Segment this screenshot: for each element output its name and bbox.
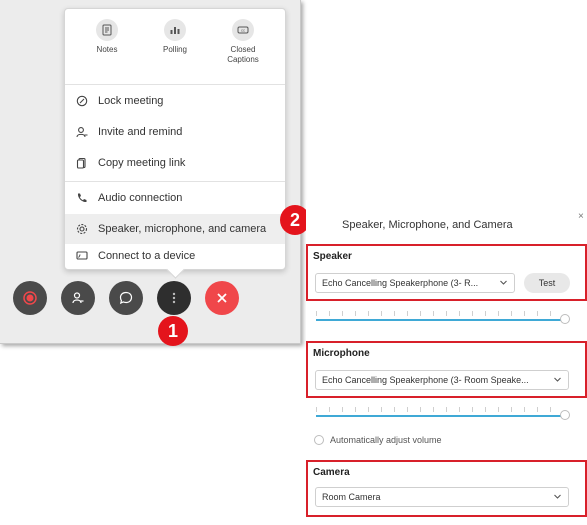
slider-thumb[interactable] (560, 410, 570, 420)
notes-button[interactable]: Notes (77, 19, 137, 55)
menu-item-label: Speaker, microphone, and camera (98, 223, 267, 235)
record-icon (23, 291, 37, 305)
meeting-window-screenshot: Notes Polling cc Closed Captions Lock me… (0, 0, 301, 344)
lock-icon (75, 94, 89, 108)
chat-icon (119, 291, 133, 305)
speaker-select[interactable]: Echo Cancelling Speakerphone (3- R... (315, 273, 515, 293)
menu-item-speaker-microphone-camera[interactable]: Speaker, microphone, and camera (65, 214, 285, 244)
menu-item-label: Audio connection (98, 192, 183, 204)
slider-track (316, 415, 562, 417)
closed-captions-icon: cc (232, 19, 254, 41)
chevron-down-icon (553, 492, 562, 503)
slider-ticks (316, 311, 560, 316)
speaker-select-value: Echo Cancelling Speakerphone (3- R... (322, 278, 479, 288)
speaker-label: Speaker (313, 251, 352, 262)
slider-track (316, 319, 562, 321)
dialog-title: Speaker, Microphone, and Camera (342, 219, 513, 231)
polling-label: Polling (162, 45, 187, 54)
end-meeting-button[interactable] (205, 281, 239, 315)
menu-item-audio-connection[interactable]: Audio connection (65, 183, 285, 213)
menu-item-label: Lock meeting (98, 95, 164, 107)
slider-thumb[interactable] (560, 314, 570, 324)
microphone-volume-slider[interactable] (316, 407, 570, 420)
participants-icon (72, 292, 84, 304)
menu-item-label: Connect to a device (98, 250, 196, 262)
menu-item-copy-meeting-link[interactable]: Copy meeting link (65, 148, 285, 178)
closed-captions-button[interactable]: cc Closed Captions (213, 19, 273, 65)
more-options-menu: Notes Polling cc Closed Captions Lock me… (64, 8, 286, 270)
svg-text:cc: cc (241, 28, 245, 33)
meeting-controls-bar (13, 281, 293, 321)
closed-captions-label: Closed Captions (227, 45, 259, 64)
menu-item-lock-meeting[interactable]: Lock meeting (65, 86, 285, 116)
close-icon (217, 293, 227, 303)
quick-actions-row: Notes Polling cc Closed Captions (65, 19, 285, 85)
record-button[interactable] (13, 281, 47, 315)
speaker-volume-slider[interactable] (316, 311, 570, 324)
microphone-label: Microphone (313, 348, 370, 359)
camera-select-value: Room Camera (322, 492, 381, 502)
menu-divider (65, 181, 285, 182)
phone-icon (75, 191, 89, 205)
device-icon (75, 249, 89, 263)
microphone-select-value: Echo Cancelling Speakerphone (3- Room Sp… (322, 375, 529, 385)
menu-divider (65, 84, 285, 85)
menu-item-label: Invite and remind (98, 126, 183, 138)
camera-select[interactable]: Room Camera (315, 487, 569, 507)
auto-adjust-label: Automatically adjust volume (330, 435, 442, 445)
more-options-button[interactable] (157, 281, 191, 315)
menu-item-connect-to-device[interactable]: Connect to a device (65, 241, 285, 271)
close-icon[interactable]: × (578, 211, 584, 222)
camera-section: Camera Room Camera (306, 460, 587, 517)
camera-label: Camera (313, 467, 350, 478)
settings-icon (75, 222, 89, 236)
notes-icon (96, 19, 118, 41)
invite-icon (75, 125, 89, 139)
speaker-section: Speaker Echo Cancelling Speakerphone (3-… (306, 244, 587, 301)
chevron-down-icon (499, 278, 508, 289)
speaker-test-button[interactable]: Test (524, 273, 570, 293)
copy-link-icon (75, 156, 89, 170)
auto-adjust-checkbox[interactable] (314, 435, 324, 445)
notes-label: Notes (96, 45, 118, 54)
menu-item-label: Copy meeting link (98, 157, 186, 169)
polling-icon (164, 19, 186, 41)
slider-ticks (316, 407, 560, 412)
polling-button[interactable]: Polling (145, 19, 205, 55)
audio-video-settings-dialog: Speaker, Microphone, and Camera × Speake… (306, 200, 587, 525)
chevron-down-icon (553, 375, 562, 386)
more-options-icon (172, 292, 176, 304)
microphone-section: Microphone Echo Cancelling Speakerphone … (306, 341, 587, 398)
participants-button[interactable] (61, 281, 95, 315)
microphone-select[interactable]: Echo Cancelling Speakerphone (3- Room Sp… (315, 370, 569, 390)
menu-item-invite-and-remind[interactable]: Invite and remind (65, 117, 285, 147)
auto-adjust-volume-option[interactable]: Automatically adjust volume (314, 435, 442, 445)
chat-button[interactable] (109, 281, 143, 315)
step-badge-1: 1 (158, 316, 188, 346)
